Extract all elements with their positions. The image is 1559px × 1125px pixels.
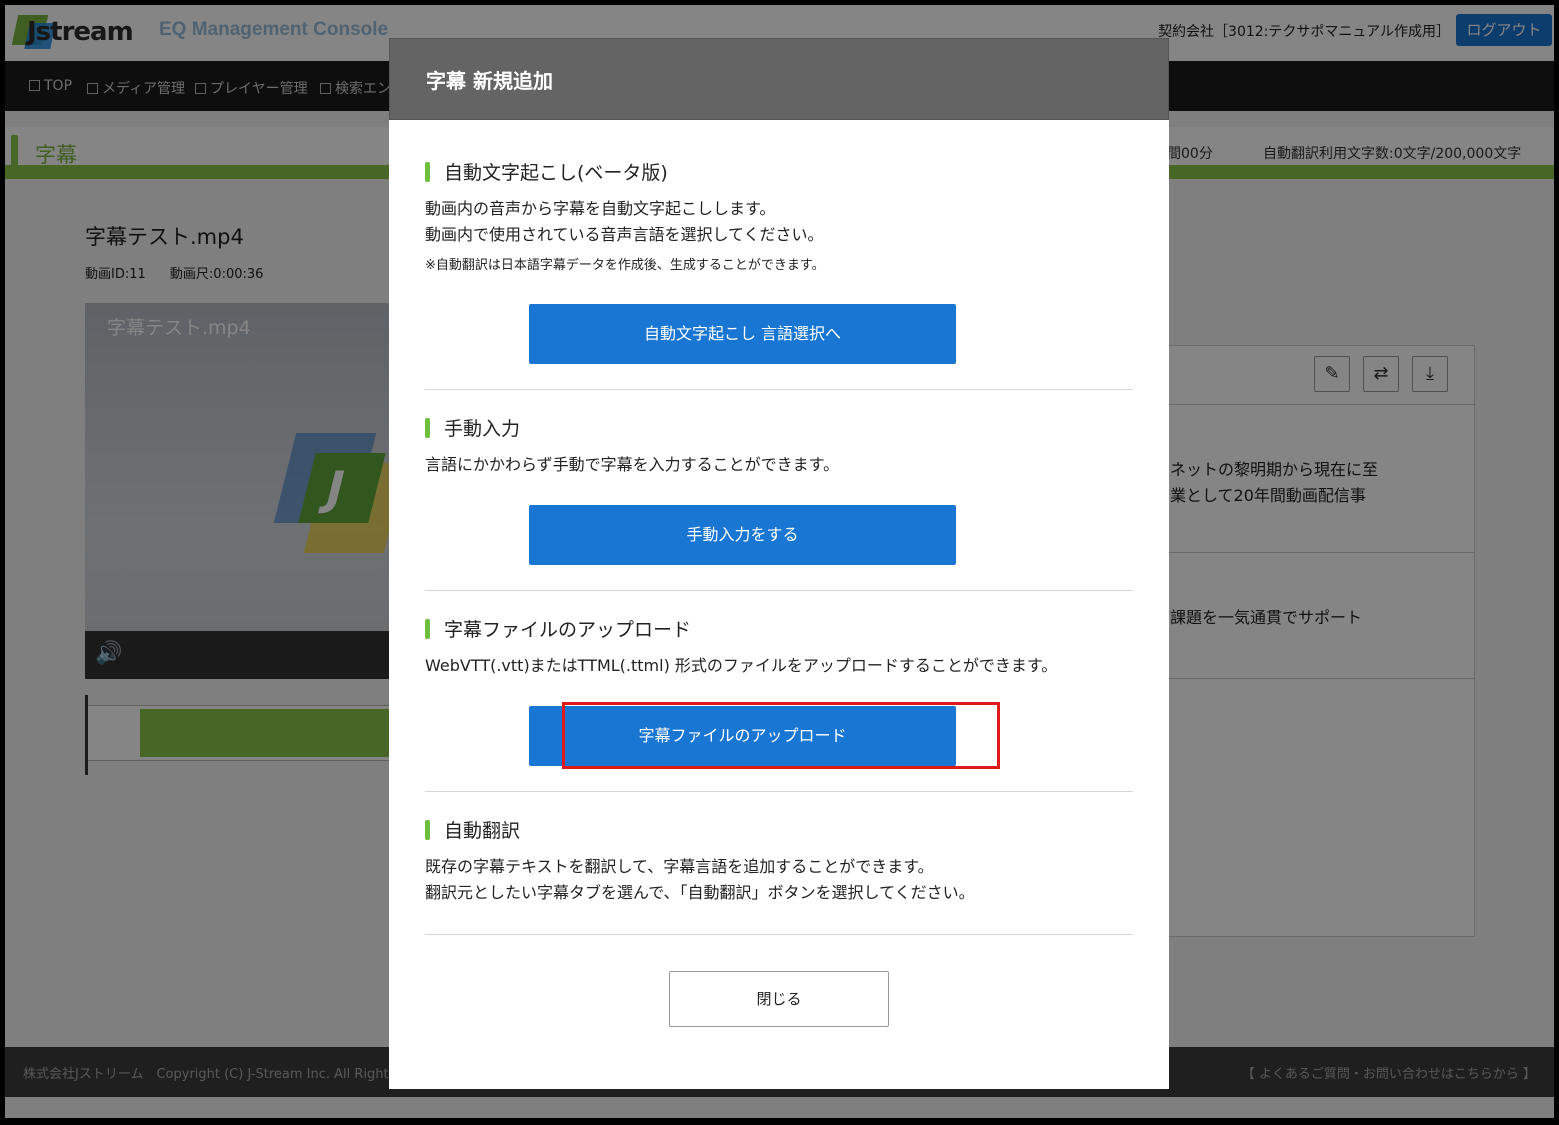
- modal-title: 字幕 新規追加: [426, 69, 553, 93]
- section-accent-bar: [425, 619, 430, 639]
- section-accent-bar: [425, 418, 430, 438]
- divider: [425, 590, 1133, 591]
- upload-section: 字幕ファイルのアップロード WebVTT(.vtt)またはTTML(.ttml)…: [425, 615, 1133, 679]
- manual-input-button[interactable]: 手動入力をする: [529, 505, 956, 565]
- add-subtitle-modal: 字幕 新規追加 自動文字起こし(ベータ版) 動画内の音声から字幕を自動文字起こし…: [389, 38, 1169, 1089]
- highlight-frame: [562, 702, 1000, 769]
- auto-translate-section: 自動翻訳 既存の字幕テキストを翻訳して、字幕言語を追加することができます。 翻訳…: [425, 816, 1133, 906]
- manual-input-section: 手動入力 言語にかかわらず手動で字幕を入力することができます。: [425, 414, 1133, 478]
- section-description: 翻訳元としたい字幕タブを選んで、「自動翻訳」ボタンを選択してください。: [425, 883, 975, 902]
- divider: [425, 389, 1133, 390]
- close-button[interactable]: 閉じる: [669, 971, 889, 1027]
- section-description: 言語にかかわらず手動で字幕を入力することができます。: [425, 455, 840, 474]
- section-description: 動画内の音声から字幕を自動文字起こしします。: [425, 199, 776, 218]
- divider: [425, 934, 1133, 935]
- section-description: WebVTT(.vtt)またはTTML(.ttml) 形式のファイルをアップロー…: [425, 656, 1058, 675]
- auto-transcribe-button[interactable]: 自動文字起こし 言語選択へ: [529, 304, 956, 364]
- section-description: 既存の字幕テキストを翻訳して、字幕言語を追加することができます。: [425, 857, 934, 876]
- section-title: 自動文字起こし(ベータ版): [444, 162, 668, 184]
- section-title: 手動入力: [444, 418, 521, 440]
- section-note: ※自動翻訳は日本語字幕データを作成後、生成することができます。: [425, 258, 825, 273]
- auto-transcribe-section: 自動文字起こし(ベータ版) 動画内の音声から字幕を自動文字起こしします。 動画内…: [425, 158, 1133, 273]
- section-description: 動画内で使用されている音声言語を選択してください。: [425, 225, 824, 244]
- divider: [425, 791, 1133, 792]
- section-accent-bar: [425, 162, 430, 182]
- section-accent-bar: [425, 820, 430, 840]
- section-title: 字幕ファイルのアップロード: [444, 619, 692, 641]
- section-title: 自動翻訳: [444, 820, 521, 842]
